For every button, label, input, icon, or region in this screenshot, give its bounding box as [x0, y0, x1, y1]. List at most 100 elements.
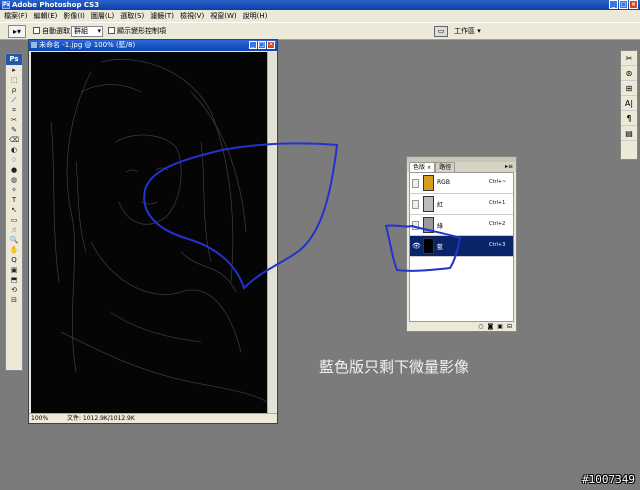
document-maximize-button[interactable]: □: [258, 41, 266, 49]
menu-filter[interactable]: 濾鏡(T): [150, 10, 174, 22]
ps-icon: Ps: [2, 1, 10, 9]
channel-thumbnail: [423, 175, 434, 191]
app-title: Adobe Photoshop CS3: [12, 1, 100, 9]
document-icon: [31, 42, 37, 48]
channel-row-green[interactable]: 綠 Ctrl+2: [410, 215, 513, 236]
lasso-tool-icon[interactable]: ρ: [6, 85, 22, 95]
close-icon[interactable]: ×: [427, 165, 431, 171]
slice-tool-icon[interactable]: ✂: [6, 115, 22, 125]
right-palette-dock: ✂ ⊛ ⊞ A| ¶ ▤: [620, 50, 638, 160]
auto-select-checkbox[interactable]: [33, 27, 40, 34]
visibility-toggle[interactable]: [412, 179, 419, 188]
file-info: 文件: 1012.9K/1012.9K: [67, 415, 135, 422]
menu-file[interactable]: 檔案(F): [4, 10, 28, 22]
character-icon[interactable]: A|: [621, 96, 637, 111]
notes-tool-icon[interactable]: ☝: [6, 225, 22, 235]
options-bar: ▸▾ 自動選取: 群組 顯示變形控制項 ▭ 工作區 ▾: [0, 22, 640, 40]
channel-thumbnail: [423, 238, 434, 254]
blur-tool-icon[interactable]: ♢: [6, 155, 22, 165]
document-status-bar: 100% 文件: 1012.9K/1012.9K: [29, 413, 277, 423]
channel-row-red[interactable]: 紅 Ctrl+1: [410, 194, 513, 215]
type-tool-icon[interactable]: T: [6, 195, 22, 205]
pen-tool-icon[interactable]: ◍: [6, 175, 22, 185]
zoom-level[interactable]: 100%: [31, 414, 48, 424]
image-canvas[interactable]: [31, 52, 267, 414]
palette-tabs: 色版 × 路徑: [407, 162, 516, 172]
document-minimize-button[interactable]: _: [249, 41, 257, 49]
tab-paths-label: 路徑: [439, 164, 452, 171]
brush-tool-icon[interactable]: ✎: [6, 125, 22, 135]
close-button[interactable]: ×: [629, 0, 638, 9]
visibility-toggle[interactable]: [412, 200, 419, 209]
menu-bar: 檔案(F) 編輯(E) 影像(I) 圖層(L) 選取(S) 濾鏡(T) 檢視(V…: [0, 10, 640, 22]
document-titlebar[interactable]: 未命名 -1.jpg @ 100% (藍/8) _ □ ×: [29, 40, 277, 51]
maximize-button[interactable]: □: [619, 0, 628, 9]
channel-shortcut: Ctrl+1: [489, 200, 506, 206]
crop-tool-icon[interactable]: ⌗: [6, 105, 22, 115]
menu-image[interactable]: 影像(I): [63, 10, 85, 22]
tool-preset-picker[interactable]: ▸▾: [8, 25, 26, 38]
palette-footer: ○ ◙ ▣ ⊟: [407, 322, 516, 331]
channels-palette: 色版 × 路徑 ▸≡ RGB Ctrl+~ 紅 Ctrl+1 綠 Ctrl+2 👁…: [406, 156, 517, 332]
channel-shortcut: Ctrl+2: [489, 221, 506, 227]
marquee-tool-icon[interactable]: ⬚: [6, 75, 22, 85]
hand-tool-icon[interactable]: ✋: [6, 245, 22, 255]
eye-icon[interactable]: 👁: [412, 242, 421, 251]
channel-row-rgb[interactable]: RGB Ctrl+~: [410, 173, 513, 194]
magic-wand-tool-icon[interactable]: ⟋: [6, 95, 22, 105]
history-icon[interactable]: ▤: [621, 126, 637, 141]
auto-select-label: 自動選取:: [42, 27, 73, 35]
blue-channel-image: [50, 59, 267, 403]
palette-menu-icon[interactable]: ▸≡: [505, 163, 513, 170]
layer-comps-icon[interactable]: ⊞: [621, 81, 637, 96]
document-vertical-scrollbar[interactable]: [267, 52, 276, 414]
rectangle-tool-icon[interactable]: ▭: [6, 215, 22, 225]
show-transform-checkbox[interactable]: [108, 27, 115, 34]
channel-row-blue[interactable]: 👁 藍 Ctrl+3: [410, 236, 513, 257]
clone-source-icon[interactable]: ⊛: [621, 66, 637, 81]
channel-shortcut: Ctrl+3: [489, 242, 506, 248]
menu-window[interactable]: 視窗(W): [210, 10, 236, 22]
delete-channel-icon[interactable]: ⊟: [507, 322, 512, 331]
caption-text: 藍色版只剩下微量影像: [319, 358, 470, 376]
workspace-button[interactable]: 工作區 ▾: [454, 26, 481, 37]
channel-list: RGB Ctrl+~ 紅 Ctrl+1 綠 Ctrl+2 👁 藍 Ctrl+3: [409, 172, 514, 322]
gradient-tool-icon[interactable]: ◐: [6, 145, 22, 155]
app-titlebar: Ps Adobe Photoshop CS3 _ □ ×: [0, 0, 640, 10]
minimize-button[interactable]: _: [609, 0, 618, 9]
move-tool-icon[interactable]: ▸: [6, 65, 22, 75]
tab-paths[interactable]: 路徑: [435, 162, 456, 172]
load-selection-icon[interactable]: ○: [478, 322, 483, 331]
menu-edit[interactable]: 編輯(E): [34, 10, 58, 22]
color-swatch-icon[interactable]: ▣: [6, 265, 22, 275]
menu-view[interactable]: 檢視(V): [180, 10, 204, 22]
menu-help[interactable]: 說明(H): [243, 10, 268, 22]
tab-channels-label: 色版: [413, 164, 426, 171]
toolbox: Ps ▸ ⬚ ρ ⟋ ⌗ ✂ ✎ ⌫ ◐ ♢ ● ◍ ✧ T ↖ ▭ ☝ 🔍 ✋…: [5, 53, 23, 371]
screen-mode-icon[interactable]: ⬒: [6, 275, 22, 285]
menu-select[interactable]: 選取(S): [120, 10, 144, 22]
dodge-tool-icon[interactable]: ●: [6, 165, 22, 175]
document-window-controls: _ □ ×: [249, 41, 275, 49]
document-close-button[interactable]: ×: [267, 41, 275, 49]
tab-channels[interactable]: 色版 ×: [409, 162, 436, 172]
menu-layer[interactable]: 圖層(L): [91, 10, 114, 22]
channel-name: 綠: [437, 223, 444, 230]
workspace-icon[interactable]: ▭: [434, 26, 448, 37]
channel-thumbnail: [423, 196, 434, 212]
save-selection-icon[interactable]: ◙: [487, 322, 493, 331]
auto-select-dropdown[interactable]: 群組: [71, 26, 103, 37]
new-channel-icon[interactable]: ▣: [497, 322, 503, 331]
watermark: #1007349: [582, 473, 635, 486]
ps-logo: Ps: [6, 54, 22, 65]
tools-preset-icon[interactable]: ✂: [621, 51, 637, 66]
paragraph-icon[interactable]: ¶: [621, 111, 637, 126]
extra-tool-icon[interactable]: ⊟: [6, 295, 22, 305]
quick-mask-icon[interactable]: Q: [6, 255, 22, 265]
visibility-toggle[interactable]: [412, 221, 419, 230]
zoom-tool-icon[interactable]: 🔍: [6, 235, 22, 245]
eraser-tool-icon[interactable]: ⌫: [6, 135, 22, 145]
shape-tool-icon[interactable]: ✧: [6, 185, 22, 195]
path-select-tool-icon[interactable]: ↖: [6, 205, 22, 215]
jump-to-icon[interactable]: ⟲: [6, 285, 22, 295]
